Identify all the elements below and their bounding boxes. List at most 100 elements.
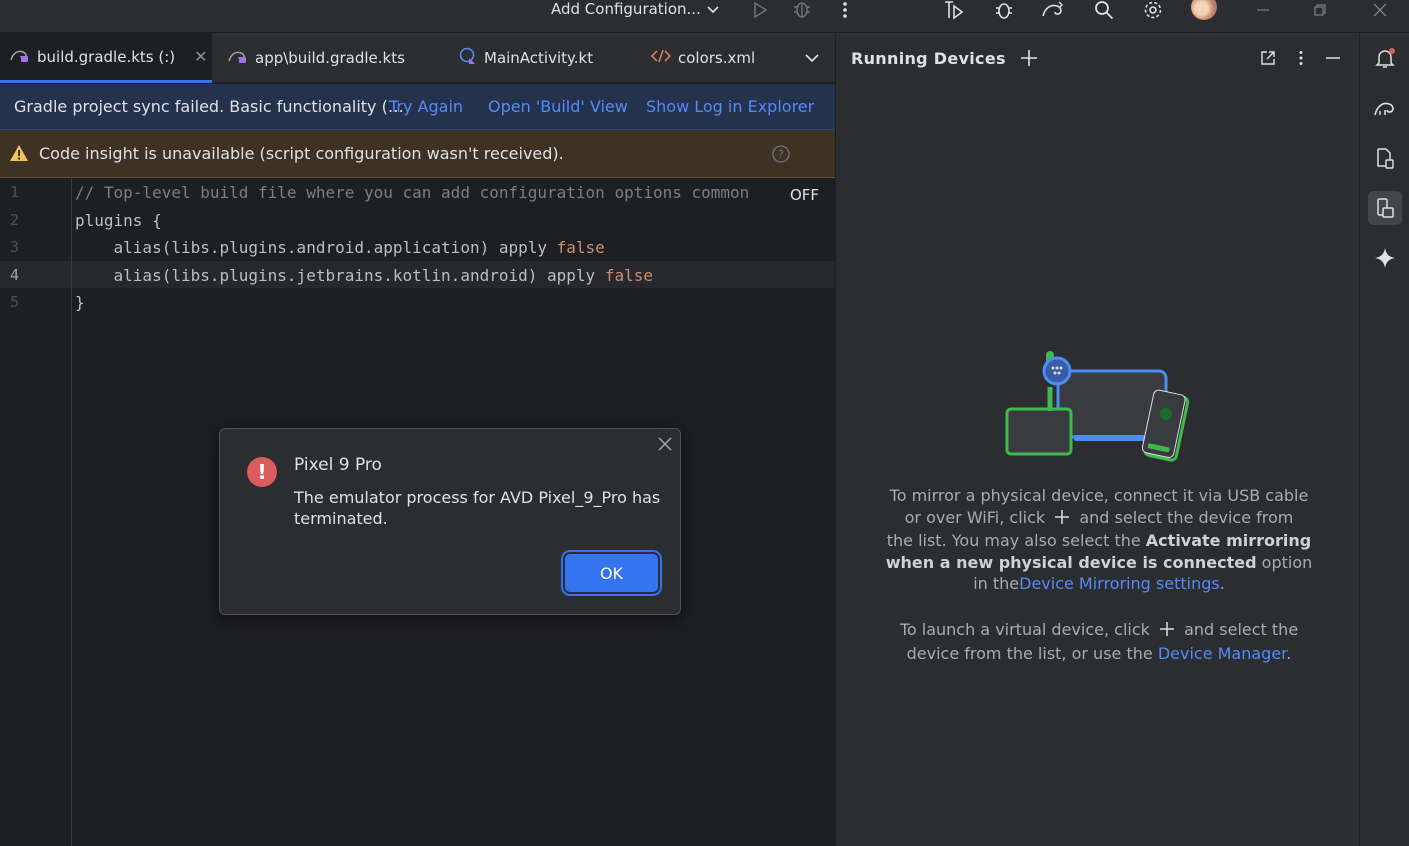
device-file-explorer-icon[interactable] xyxy=(1368,141,1402,175)
code-line: alias(libs.plugins.jetbrains.kotlin.andr… xyxy=(75,266,653,285)
code-line: } xyxy=(75,293,85,312)
close-icon[interactable] xyxy=(1368,0,1392,20)
mirror-line: or over WiFi, click and select the devic… xyxy=(876,507,1322,531)
device-mirroring-settings-link[interactable]: Device Mirroring settings xyxy=(1019,574,1220,593)
running-devices-icon[interactable] xyxy=(1368,191,1402,225)
gradle-icon[interactable] xyxy=(1368,91,1402,125)
virtual-device-instructions: To launch a virtual device, click and se… xyxy=(876,619,1322,664)
run-configuration-dropdown[interactable]: Add Configuration... xyxy=(551,0,719,18)
tab-build-gradle-root[interactable]: build.gradle.kts (:) ✕ xyxy=(0,33,212,83)
code-line: plugins { xyxy=(75,211,162,230)
code-text: alias(libs.plugins.jetbrains.kotlin.andr… xyxy=(75,266,605,285)
dialog-message: The emulator process for AVD Pixel_9_Pro… xyxy=(294,488,661,528)
open-external-icon[interactable] xyxy=(1260,50,1276,70)
mirror-text: . xyxy=(1219,574,1225,593)
tab-main-activity[interactable]: MainActivity.kt xyxy=(449,33,634,83)
xml-icon xyxy=(650,49,672,67)
tab-list-dropdown[interactable] xyxy=(792,33,832,83)
dialog-title: Pixel 9 Pro xyxy=(294,455,382,475)
debug-icon[interactable] xyxy=(790,0,814,20)
mirror-line: in theDevice Mirroring settings. xyxy=(876,573,1322,595)
add-device-icon[interactable] xyxy=(1020,49,1038,71)
tab-label: build.gradle.kts (:) xyxy=(37,47,176,66)
mirror-text: or over WiFi, click xyxy=(904,507,1046,527)
error-icon: ! xyxy=(247,457,277,487)
line-number-gutter: 1 2 3 4 5 xyxy=(0,178,72,846)
virtual-text: and select the xyxy=(1184,620,1299,639)
activate-mirroring-text: when a new physical device is connected xyxy=(885,552,1257,572)
mirror-instructions: To mirror a physical device, connect it … xyxy=(876,485,1322,595)
mirror-text: the list. You may also select the xyxy=(886,531,1141,550)
profiler-icon[interactable] xyxy=(942,0,966,20)
svg-text:?: ? xyxy=(778,148,784,161)
line-number: 2 xyxy=(10,211,20,229)
line-number: 3 xyxy=(10,238,20,256)
running-devices-panel: Running Devices To mirror a physical dev… xyxy=(835,33,1359,846)
mirror-text: option xyxy=(1261,552,1313,572)
more-icon[interactable] xyxy=(1298,50,1304,70)
code-keyword: false xyxy=(556,238,605,257)
gradle-sync-failed-banner: Gradle project sync failed. Basic functi… xyxy=(0,84,835,130)
minimize-icon[interactable] xyxy=(1251,0,1275,20)
device-manager-link[interactable]: Device Manager xyxy=(1158,644,1286,663)
mirror-line: when a new physical device is connected … xyxy=(876,552,1322,574)
editor-tab-bar: build.gradle.kts (:) ✕ app\build.gradle.… xyxy=(0,33,835,83)
gradle-icon xyxy=(10,47,30,67)
dialog-close-icon[interactable] xyxy=(656,435,674,453)
code-insight-warning-banner: Code insight is unavailable (script conf… xyxy=(0,130,835,178)
tab-label: MainActivity.kt xyxy=(484,49,594,67)
virtual-text: To launch a virtual device, click xyxy=(899,620,1150,639)
mirror-line: To mirror a physical device, connect it … xyxy=(889,486,1309,505)
minimize-panel-icon[interactable] xyxy=(1325,50,1341,70)
warning-icon xyxy=(9,144,29,166)
help-icon[interactable]: ? xyxy=(772,145,790,167)
open-build-view-link[interactable]: Open 'Build' View xyxy=(488,97,628,116)
tab-close-icon[interactable]: ✕ xyxy=(194,47,207,66)
activate-mirroring-text: Activate mirroring xyxy=(1145,531,1312,550)
code-insight-message: Code insight is unavailable (script conf… xyxy=(39,144,564,163)
avatar[interactable] xyxy=(1191,0,1217,20)
ok-button[interactable]: OK xyxy=(565,554,658,592)
mirror-text: in the xyxy=(973,574,1020,593)
mirror-line: the list. You may also select the Activa… xyxy=(876,530,1322,552)
title-bar: Add Configuration... xyxy=(0,0,1409,33)
code-line: alias(libs.plugins.android.application) … xyxy=(75,238,605,257)
gradle-sync-icon[interactable] xyxy=(1041,0,1065,20)
line-number: 4 xyxy=(10,266,20,284)
ai-assistant-sparkle-icon[interactable] xyxy=(1368,241,1402,275)
show-log-link[interactable]: Show Log in Explorer xyxy=(646,97,814,116)
plus-icon xyxy=(1159,621,1175,643)
inlay-off-badge[interactable]: OFF xyxy=(790,186,819,204)
restore-icon[interactable] xyxy=(1308,0,1332,20)
try-again-link[interactable]: Try Again xyxy=(389,97,463,116)
virtual-line: To launch a virtual device, click and se… xyxy=(876,619,1322,643)
virtual-line: device from the list, or use the Device … xyxy=(876,643,1322,665)
gradle-icon xyxy=(228,48,248,68)
settings-icon[interactable] xyxy=(1141,0,1165,20)
tab-colors-xml[interactable]: colors.xml xyxy=(641,33,791,83)
chevron-down-icon xyxy=(707,0,719,18)
code-keyword: false xyxy=(604,266,653,285)
tab-label: colors.xml xyxy=(678,49,756,67)
kotlin-class-icon xyxy=(459,47,477,69)
panel-title: Running Devices xyxy=(851,49,1006,68)
right-tool-window-strip xyxy=(1359,33,1409,846)
notifications-icon[interactable] xyxy=(1368,41,1402,75)
search-icon[interactable] xyxy=(1092,0,1116,20)
run-icon[interactable] xyxy=(748,0,772,20)
tab-label: app\build.gradle.kts xyxy=(255,49,405,67)
chevron-down-icon xyxy=(805,49,819,67)
run-configuration-label: Add Configuration... xyxy=(551,0,701,18)
more-icon[interactable] xyxy=(833,0,857,20)
attach-debugger-icon[interactable] xyxy=(992,0,1016,20)
tab-build-gradle-app[interactable]: app\build.gradle.kts xyxy=(218,33,440,83)
virtual-text: device from the list, or use the xyxy=(906,643,1153,663)
sync-failed-message: Gradle project sync failed. Basic functi… xyxy=(14,97,404,116)
code-line: // Top-level build file where you can ad… xyxy=(75,183,750,202)
virtual-text: . xyxy=(1286,643,1292,663)
plus-icon xyxy=(1054,509,1070,531)
devices-illustration xyxy=(1004,343,1194,472)
code-text: alias(libs.plugins.android.application) … xyxy=(75,238,557,257)
emulator-terminated-dialog: ! Pixel 9 Pro The emulator process for A… xyxy=(219,428,681,615)
line-number: 5 xyxy=(10,293,20,311)
